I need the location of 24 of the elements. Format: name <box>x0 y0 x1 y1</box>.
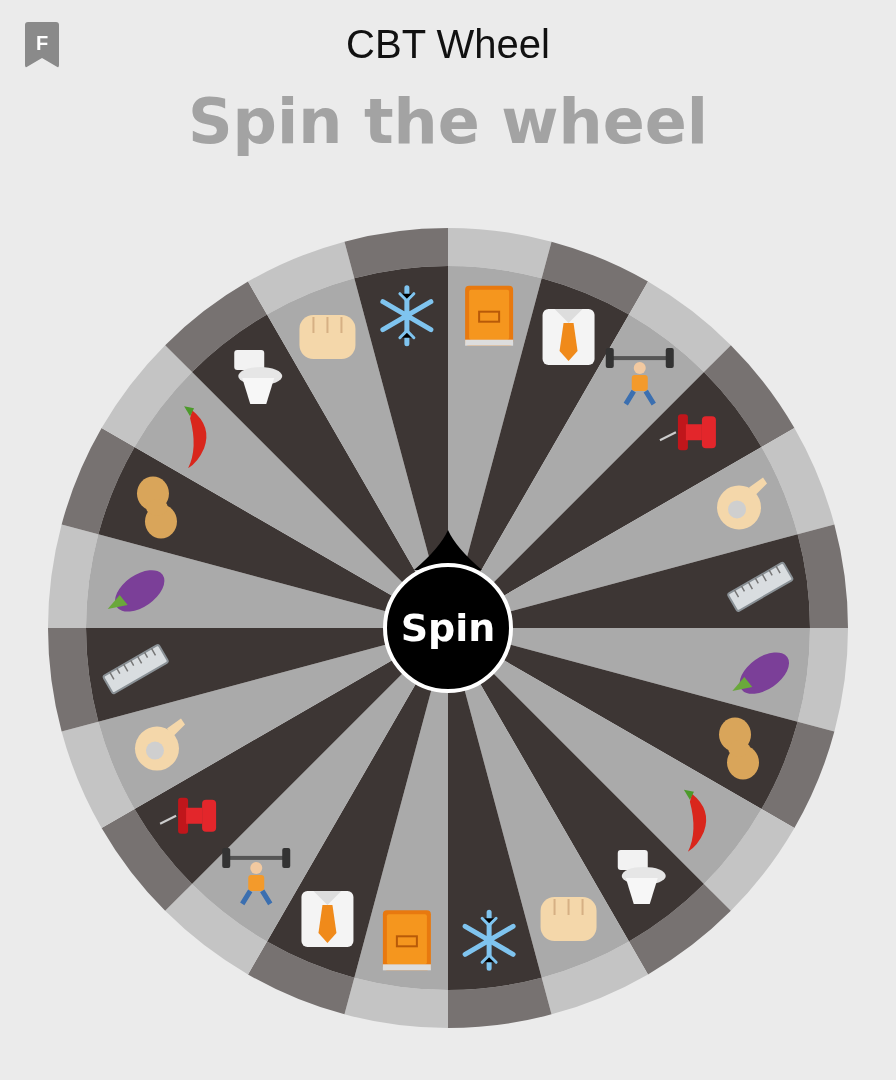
snowflake-icon <box>380 285 434 347</box>
book-icon <box>465 285 514 346</box>
pushpin-icon <box>159 797 217 834</box>
ok-hand-icon <box>717 477 767 530</box>
weightlifter-icon <box>222 848 291 907</box>
peanut-icon <box>719 717 759 780</box>
chili-icon <box>683 789 707 852</box>
book-icon <box>382 910 431 971</box>
shirt-icon <box>301 891 354 948</box>
fist-icon <box>540 897 597 942</box>
eggplant-icon <box>732 652 789 695</box>
pushpin-icon <box>658 414 716 451</box>
snowflake-icon <box>462 910 516 971</box>
ok-hand-icon <box>135 718 185 771</box>
toilet-icon <box>234 350 283 405</box>
weightlifter-icon <box>605 348 674 407</box>
toilet-icon <box>617 850 666 905</box>
eggplant-icon <box>107 570 165 612</box>
fist-icon <box>299 315 356 360</box>
heading: Spin the wheel <box>187 88 709 157</box>
chili-icon <box>184 406 207 469</box>
peanut-icon <box>137 476 177 539</box>
window-title: CBT Wheel <box>346 21 550 68</box>
shirt-icon <box>542 309 595 366</box>
